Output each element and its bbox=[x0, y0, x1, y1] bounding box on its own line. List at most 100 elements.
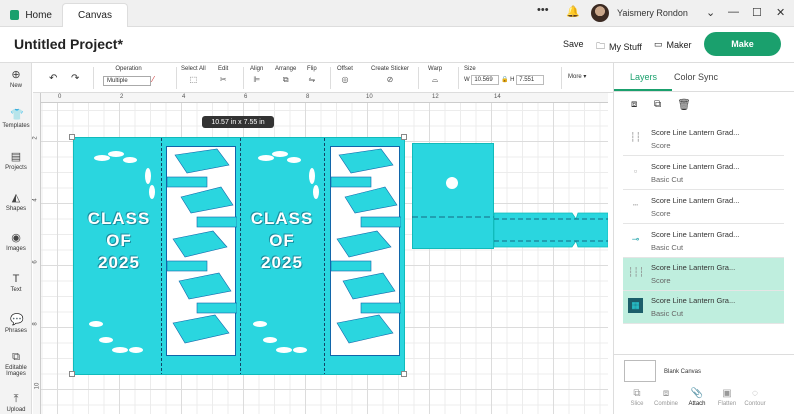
offset-button[interactable]: Offset ◎ bbox=[337, 66, 353, 84]
minimize-button[interactable]: — bbox=[728, 6, 739, 18]
select-all-button[interactable]: Select All ⬚ bbox=[181, 66, 206, 84]
score-line bbox=[240, 138, 241, 374]
rail-images[interactable]: ◉ Images bbox=[0, 232, 32, 252]
flip-button[interactable]: Flip ⇋ bbox=[307, 66, 317, 84]
hanger-hole bbox=[446, 177, 458, 189]
layer-row[interactable]: ┆┆ Score Line Lantern Grad... Score bbox=[623, 123, 784, 156]
arrange-button[interactable]: Arrange ⧉ bbox=[275, 66, 296, 85]
graduation-caps-art bbox=[330, 148, 402, 344]
window-tab-bar: Home Canvas ••• 🔔 Yaismery Rondon ⌄ — ☐ … bbox=[0, 0, 794, 27]
projects-icon: ▤ bbox=[10, 151, 22, 163]
project-header: Untitled Project* Save 🗀 My Stuff ▭ Maker … bbox=[0, 27, 794, 63]
offset-icon: ◎ bbox=[341, 75, 349, 84]
avatar[interactable] bbox=[591, 4, 609, 22]
size-group: Size W 10.569 🔒 H 7.551 bbox=[464, 66, 545, 85]
attach-button[interactable]: 📎 Attach bbox=[683, 388, 711, 407]
blank-canvas-swatch[interactable] bbox=[624, 360, 656, 382]
ruler-top: 0 2 4 6 8 10 12 14 bbox=[40, 93, 608, 103]
graduation-cap-panel bbox=[330, 146, 402, 356]
select-all-icon: ⬚ bbox=[189, 75, 198, 84]
resize-handle[interactable] bbox=[69, 134, 75, 140]
layer-row[interactable]: ┄ Score Line Lantern Grad... Score bbox=[623, 191, 784, 224]
layers-panel: Layers Color Sync ⧈ ⧉ 🗑 ┆┆ Score Line La… bbox=[613, 63, 794, 414]
divider bbox=[418, 67, 419, 89]
flatten-button[interactable]: ▣ Flatten bbox=[713, 388, 741, 407]
operation-select[interactable]: Multiple bbox=[103, 76, 151, 86]
maker-button[interactable]: ▭ Maker bbox=[654, 39, 692, 50]
speech-icon: 💬 bbox=[10, 314, 24, 326]
group-icon[interactable]: ⧈ bbox=[631, 99, 637, 110]
tab-home[interactable]: Home bbox=[0, 3, 62, 27]
resize-handle[interactable] bbox=[401, 371, 407, 377]
paperclip-icon: 📎 bbox=[690, 388, 704, 399]
user-name[interactable]: Yaismery Rondon bbox=[617, 8, 688, 18]
plus-icon: ⊕ bbox=[11, 69, 21, 81]
shape-thumbnail-icon: ▫ bbox=[633, 166, 638, 176]
class-of-text: CLASS OF 2025 bbox=[250, 209, 314, 272]
contour-button[interactable]: ◌ Contour bbox=[741, 388, 769, 407]
arrange-icon: ⧉ bbox=[282, 75, 289, 84]
make-button[interactable]: Make bbox=[704, 32, 781, 56]
rail-templates[interactable]: 👕 Templates bbox=[0, 109, 32, 129]
bell-icon[interactable]: 🔔 bbox=[566, 5, 580, 18]
sticker-icon: ⊘ bbox=[386, 75, 394, 84]
create-sticker-button[interactable]: Create Sticker ⊘ bbox=[371, 66, 409, 84]
width-field[interactable]: 10.569 bbox=[471, 75, 500, 85]
slice-icon: ⧉ bbox=[633, 388, 641, 399]
shape-thumbnail-icon: ▦ bbox=[628, 298, 643, 313]
class-of-text: CLASS OF 2025 bbox=[87, 209, 151, 272]
ruler-left: 2 4 6 8 10 bbox=[33, 93, 41, 414]
more-button[interactable]: More ▾ bbox=[568, 73, 586, 80]
divider bbox=[176, 67, 177, 89]
rail-new[interactable]: ⊕ New bbox=[0, 69, 32, 89]
score-line bbox=[324, 138, 325, 374]
rail-shapes[interactable]: ◭ Shapes bbox=[0, 192, 32, 212]
my-stuff-button[interactable]: 🗀 My Stuff bbox=[596, 39, 642, 55]
duplicate-icon[interactable]: ⧉ bbox=[654, 99, 661, 110]
layer-row[interactable]: ▫ Score Line Lantern Grad... Basic Cut bbox=[623, 157, 784, 190]
edit-button[interactable]: Edit ✂ bbox=[218, 66, 228, 84]
shirt-icon: 👕 bbox=[10, 109, 24, 121]
pen-color-icon[interactable]: ⁄ bbox=[153, 75, 154, 84]
maximize-button[interactable]: ☐ bbox=[752, 6, 762, 19]
resize-handle[interactable] bbox=[69, 371, 75, 377]
layer-row[interactable]: ⊸ Score Line Lantern Grad... Basic Cut bbox=[623, 225, 784, 258]
undo-icon[interactable]: ↶ bbox=[49, 73, 57, 84]
combine-button[interactable]: ⧈ Combine bbox=[652, 388, 680, 407]
tab-color-sync[interactable]: Color Sync bbox=[674, 72, 718, 82]
resize-handle[interactable] bbox=[401, 134, 407, 140]
more-options-icon[interactable]: ••• bbox=[537, 4, 549, 16]
folder-icon: 🗀 bbox=[596, 41, 606, 51]
warp-button[interactable]: Warp ⌓ bbox=[428, 66, 442, 85]
lock-icon[interactable]: 🔒 bbox=[501, 77, 508, 83]
tab-layers[interactable]: Layers bbox=[630, 72, 657, 82]
upload-icon: ⤒ bbox=[13, 393, 19, 405]
redo-icon[interactable]: ↷ bbox=[71, 73, 79, 84]
height-field[interactable]: 7.551 bbox=[516, 75, 545, 85]
rail-phrases[interactable]: 💬 Phrases bbox=[0, 314, 32, 334]
rail-editable-images[interactable]: ⧉ Editable Images bbox=[0, 351, 32, 377]
tab-canvas[interactable]: Canvas bbox=[62, 3, 128, 27]
rail-text[interactable]: T Text bbox=[0, 273, 32, 293]
slice-button[interactable]: ⧉ Slice bbox=[623, 388, 651, 407]
divider bbox=[93, 67, 94, 89]
graduation-caps-art bbox=[166, 148, 238, 344]
flatten-icon: ▣ bbox=[722, 388, 732, 399]
scissors-icon: ✂ bbox=[219, 75, 227, 84]
project-title[interactable]: Untitled Project* bbox=[14, 36, 123, 52]
save-button[interactable]: Save bbox=[563, 39, 584, 49]
divider bbox=[330, 67, 331, 89]
divider bbox=[458, 67, 459, 89]
align-button[interactable]: Align ⊫ bbox=[250, 66, 263, 84]
chevron-down-icon[interactable]: ⌄ bbox=[706, 6, 715, 19]
rail-upload[interactable]: ⤒ Upload bbox=[0, 393, 32, 413]
close-button[interactable]: ✕ bbox=[776, 6, 785, 19]
layer-row[interactable]: ▦ Score Line Lantern Gra... Basic Cut bbox=[623, 291, 784, 324]
lantern-tab-strip[interactable] bbox=[412, 211, 608, 249]
divider bbox=[243, 67, 244, 89]
delete-icon[interactable]: 🗑 bbox=[677, 98, 691, 111]
align-icon: ⊫ bbox=[253, 75, 261, 84]
rail-projects[interactable]: ▤ Projects bbox=[0, 151, 32, 171]
layer-row[interactable]: ┆┆┆ Score Line Lantern Gra... Score bbox=[623, 258, 784, 291]
lantern-design[interactable]: CLASS OF 2025 CLASS OF 2025 bbox=[73, 137, 405, 375]
